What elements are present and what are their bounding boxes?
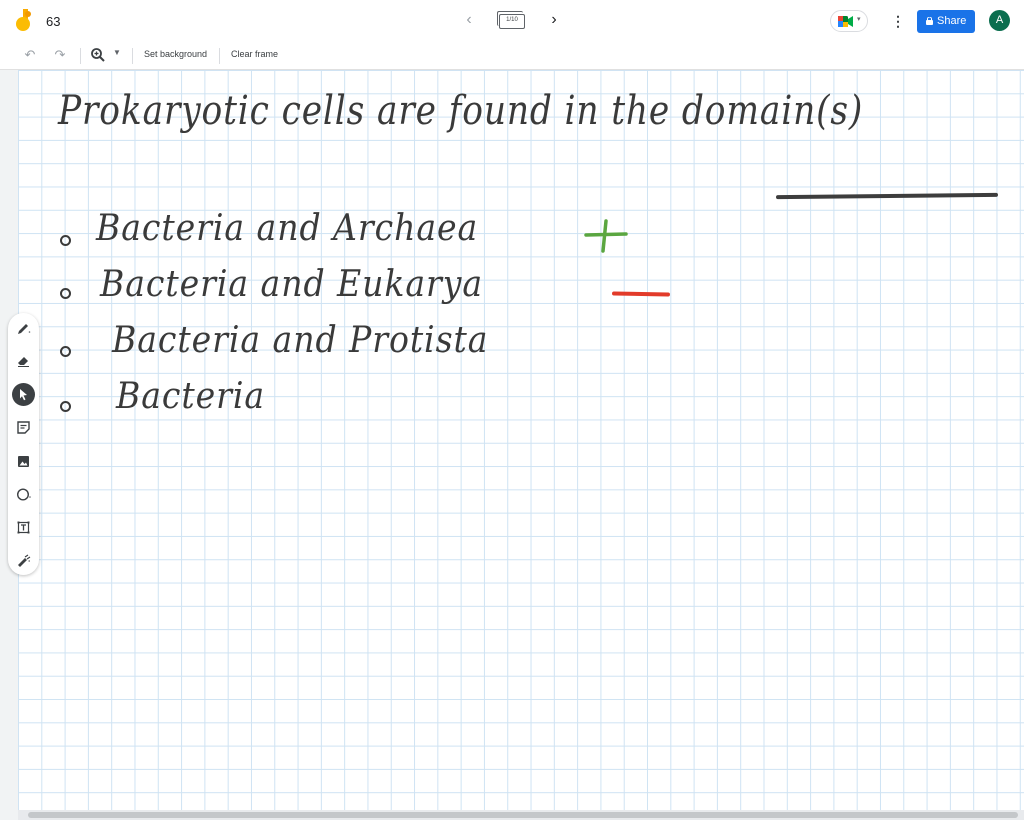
meet-button[interactable]: ▾ <box>830 10 868 32</box>
sticky-note-tool[interactable] <box>12 416 35 439</box>
pen-tool[interactable] <box>12 317 35 340</box>
question-text: Prokaryotic cells are found in the domai… <box>58 88 864 134</box>
jamboard-app: 63 ‹ 1/10 › ▾ ⋮ Share A ↶ ↷ ▼ Set backgr… <box>0 0 1024 820</box>
option-bullet <box>60 346 71 357</box>
toolbar-divider <box>132 48 133 64</box>
text-box-tool[interactable] <box>12 516 35 539</box>
meet-icon <box>838 16 853 27</box>
frame-indicator[interactable]: 1/10 <box>497 11 527 31</box>
next-frame-button[interactable]: › <box>545 11 563 29</box>
shape-tool[interactable] <box>12 483 35 506</box>
sticky-note-icon <box>17 421 30 434</box>
chevron-down-icon: ▾ <box>857 16 861 23</box>
redo-button[interactable]: ↷ <box>52 47 68 63</box>
select-icon <box>20 389 27 401</box>
correct-plus-mark <box>584 219 628 253</box>
option-4-text: Bacteria <box>116 376 266 417</box>
laser-tool[interactable] <box>12 549 35 572</box>
toolbar-divider <box>80 48 81 64</box>
toolbar-divider <box>219 48 220 64</box>
text-box-icon <box>17 521 30 534</box>
select-tool[interactable] <box>12 383 35 406</box>
lock-icon <box>926 17 933 25</box>
whiteboard-canvas[interactable]: Prokaryotic cells are found in the domai… <box>18 70 1024 810</box>
option-1-text: Bacteria and Archaea <box>96 208 479 249</box>
user-avatar[interactable]: A <box>989 10 1010 31</box>
image-icon <box>18 456 29 467</box>
scrollbar-thumb[interactable] <box>28 812 1018 818</box>
previous-frame-button[interactable]: ‹ <box>460 11 478 29</box>
jamboard-logo-icon[interactable] <box>14 9 34 33</box>
option-bullet <box>60 288 71 299</box>
frame-number: 1/10 <box>506 17 518 23</box>
chevron-left-icon: ‹ <box>466 11 472 28</box>
image-tool[interactable] <box>12 450 35 473</box>
zoom-dropdown-icon[interactable]: ▼ <box>113 48 121 57</box>
eraser-tool[interactable] <box>12 349 35 372</box>
eraser-icon <box>18 357 29 367</box>
chevron-right-icon: › <box>551 11 557 28</box>
horizontal-scrollbar[interactable] <box>18 810 1024 820</box>
more-vert-icon: ⋮ <box>891 13 905 29</box>
option-3-text: Bacteria and Protista <box>112 320 489 361</box>
tool-palette <box>8 313 39 575</box>
option-bullet <box>60 401 71 412</box>
undo-button[interactable]: ↶ <box>22 47 38 63</box>
top-bar: 63 ‹ 1/10 › ▾ ⋮ Share A <box>0 0 1024 42</box>
share-button[interactable]: Share <box>917 10 975 33</box>
circle-icon <box>16 488 31 501</box>
share-label: Share <box>937 15 967 27</box>
option-2-text: Bacteria and Eukarya <box>100 264 484 305</box>
wrong-minus-mark <box>611 291 671 297</box>
document-title[interactable]: 63 <box>46 14 60 29</box>
undo-icon: ↶ <box>24 47 36 62</box>
answer-blank-line <box>775 192 999 200</box>
zoom-icon[interactable] <box>90 47 106 63</box>
redo-icon: ↷ <box>54 47 66 62</box>
more-options-button[interactable]: ⋮ <box>891 11 905 31</box>
set-background-button[interactable]: Set background <box>144 49 207 59</box>
option-bullet <box>60 235 71 246</box>
clear-frame-button[interactable]: Clear frame <box>231 49 278 59</box>
laser-icon <box>18 554 31 567</box>
frame-toolbar: ↶ ↷ ▼ Set background Clear frame <box>0 42 1024 70</box>
pen-icon <box>18 324 31 334</box>
